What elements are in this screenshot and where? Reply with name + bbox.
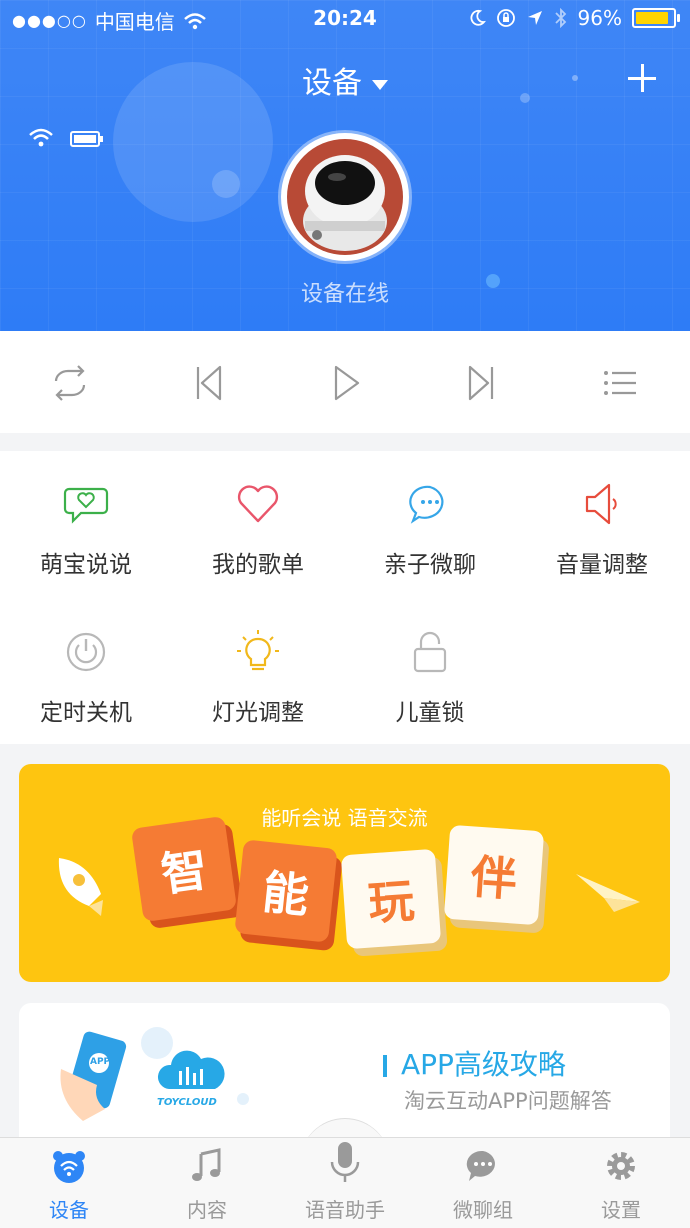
feature-label: 定时关机 xyxy=(40,700,132,726)
device-wifi-icon xyxy=(29,128,53,147)
robot-icon xyxy=(303,155,387,251)
toycloud-logo-text: TOYCLOUD xyxy=(157,1097,217,1108)
phone-app-label: APP xyxy=(90,1057,111,1067)
device-status: 设备在线 xyxy=(300,282,389,307)
chat-heart-icon xyxy=(63,487,109,524)
toycloud-logo xyxy=(157,1050,225,1089)
heart-icon xyxy=(237,485,279,523)
phone-hand-icon xyxy=(60,1031,127,1121)
feature-label: 我的歌单 xyxy=(212,552,304,578)
feature-label: 儿童锁 xyxy=(395,700,465,726)
feature-label: 亲子微聊 xyxy=(384,552,476,578)
banner-tile: 伴 xyxy=(443,824,545,926)
page-title: 设备 xyxy=(302,66,362,101)
power-icon xyxy=(66,632,106,672)
tab-label: 设置 xyxy=(601,1198,641,1222)
feature-timer-shutdown[interactable]: 定时关机 xyxy=(0,599,172,739)
card-title-text: APP高级攻略 xyxy=(401,1048,566,1081)
promo-banner[interactable]: 能听会说 语音交流 智 能 玩 伴 xyxy=(19,764,670,982)
battery-icon xyxy=(632,8,680,28)
feature-child-lock[interactable]: 儿童锁 xyxy=(344,599,516,739)
previous-icon[interactable] xyxy=(186,361,230,405)
rocket-icon xyxy=(58,858,103,916)
device-avatar[interactable] xyxy=(281,133,409,261)
banner-subtitle: 能听会说 语音交流 xyxy=(261,806,428,830)
feature-label: 灯光调整 xyxy=(212,700,304,726)
device-icon xyxy=(53,1151,85,1183)
card-subtitle: 淘云互动APP问题解答 xyxy=(404,1089,612,1113)
bluetooth-icon xyxy=(554,8,566,28)
paper-plane-icon xyxy=(576,874,640,912)
play-icon[interactable] xyxy=(324,361,368,405)
moon-icon xyxy=(470,9,486,26)
banner-tile: 玩 xyxy=(340,848,442,950)
decor-dot xyxy=(237,1093,249,1105)
device-header: ●●●○○ 中国电信 20:24 96% 设备 设备在线 xyxy=(0,0,690,331)
tab-settings[interactable]: 设置 xyxy=(552,1138,690,1228)
banner-tile: 能 xyxy=(234,839,338,943)
speaker-icon xyxy=(585,483,617,525)
chat-dots-icon xyxy=(409,485,444,524)
add-device-button[interactable] xyxy=(622,58,662,98)
tab-label: 设备 xyxy=(49,1198,89,1222)
bulb-icon xyxy=(237,630,279,671)
feature-light[interactable]: 灯光调整 xyxy=(172,599,344,739)
feature-volume[interactable]: 音量调整 xyxy=(516,451,688,591)
tab-bar: 设备 内容 语音助手 微聊组 设置 xyxy=(0,1137,690,1228)
feature-family-chat[interactable]: 亲子微聊 xyxy=(344,451,516,591)
status-bar: ●●●○○ 中国电信 20:24 96% xyxy=(0,0,690,40)
device-selector[interactable]: 设备 xyxy=(0,58,690,102)
music-note-icon xyxy=(192,1148,221,1181)
battery-percent: 96% xyxy=(577,6,622,30)
card-title: APP高级攻略 xyxy=(383,1043,566,1083)
lock-icon xyxy=(413,631,447,673)
location-icon xyxy=(527,11,542,25)
feature-grid: 萌宝说说 我的歌单 亲子微聊 音量调整 定时关机 灯光调整 儿童锁 xyxy=(0,451,690,744)
tab-label: 微聊组 xyxy=(453,1198,513,1222)
feature-label: 音量调整 xyxy=(556,552,648,578)
player-controls xyxy=(0,331,690,433)
feature-label: 萌宝说说 xyxy=(40,552,132,578)
device-battery-icon xyxy=(70,131,103,147)
next-icon[interactable] xyxy=(460,361,504,405)
microphone-icon xyxy=(330,1142,360,1182)
playlist-icon[interactable] xyxy=(598,361,642,405)
repeat-icon[interactable] xyxy=(48,361,92,405)
banner-tile: 智 xyxy=(130,815,238,923)
tab-label: 语音助手 xyxy=(305,1198,385,1222)
chat-bubble-icon xyxy=(466,1150,495,1181)
feature-baby-talk[interactable]: 萌宝说说 xyxy=(0,451,172,591)
tab-chat-group[interactable]: 微聊组 xyxy=(414,1138,552,1228)
decor-dot xyxy=(212,170,240,198)
tab-voice-assistant[interactable]: 语音助手 xyxy=(276,1138,414,1228)
gear-icon xyxy=(607,1152,635,1180)
title-accent xyxy=(383,1055,387,1077)
rotation-lock-icon xyxy=(496,9,515,27)
caret-down-icon xyxy=(372,79,388,90)
tab-label: 内容 xyxy=(187,1198,227,1222)
tab-device[interactable]: 设备 xyxy=(0,1138,138,1228)
tab-content[interactable]: 内容 xyxy=(138,1138,276,1228)
feature-my-playlist[interactable]: 我的歌单 xyxy=(172,451,344,591)
